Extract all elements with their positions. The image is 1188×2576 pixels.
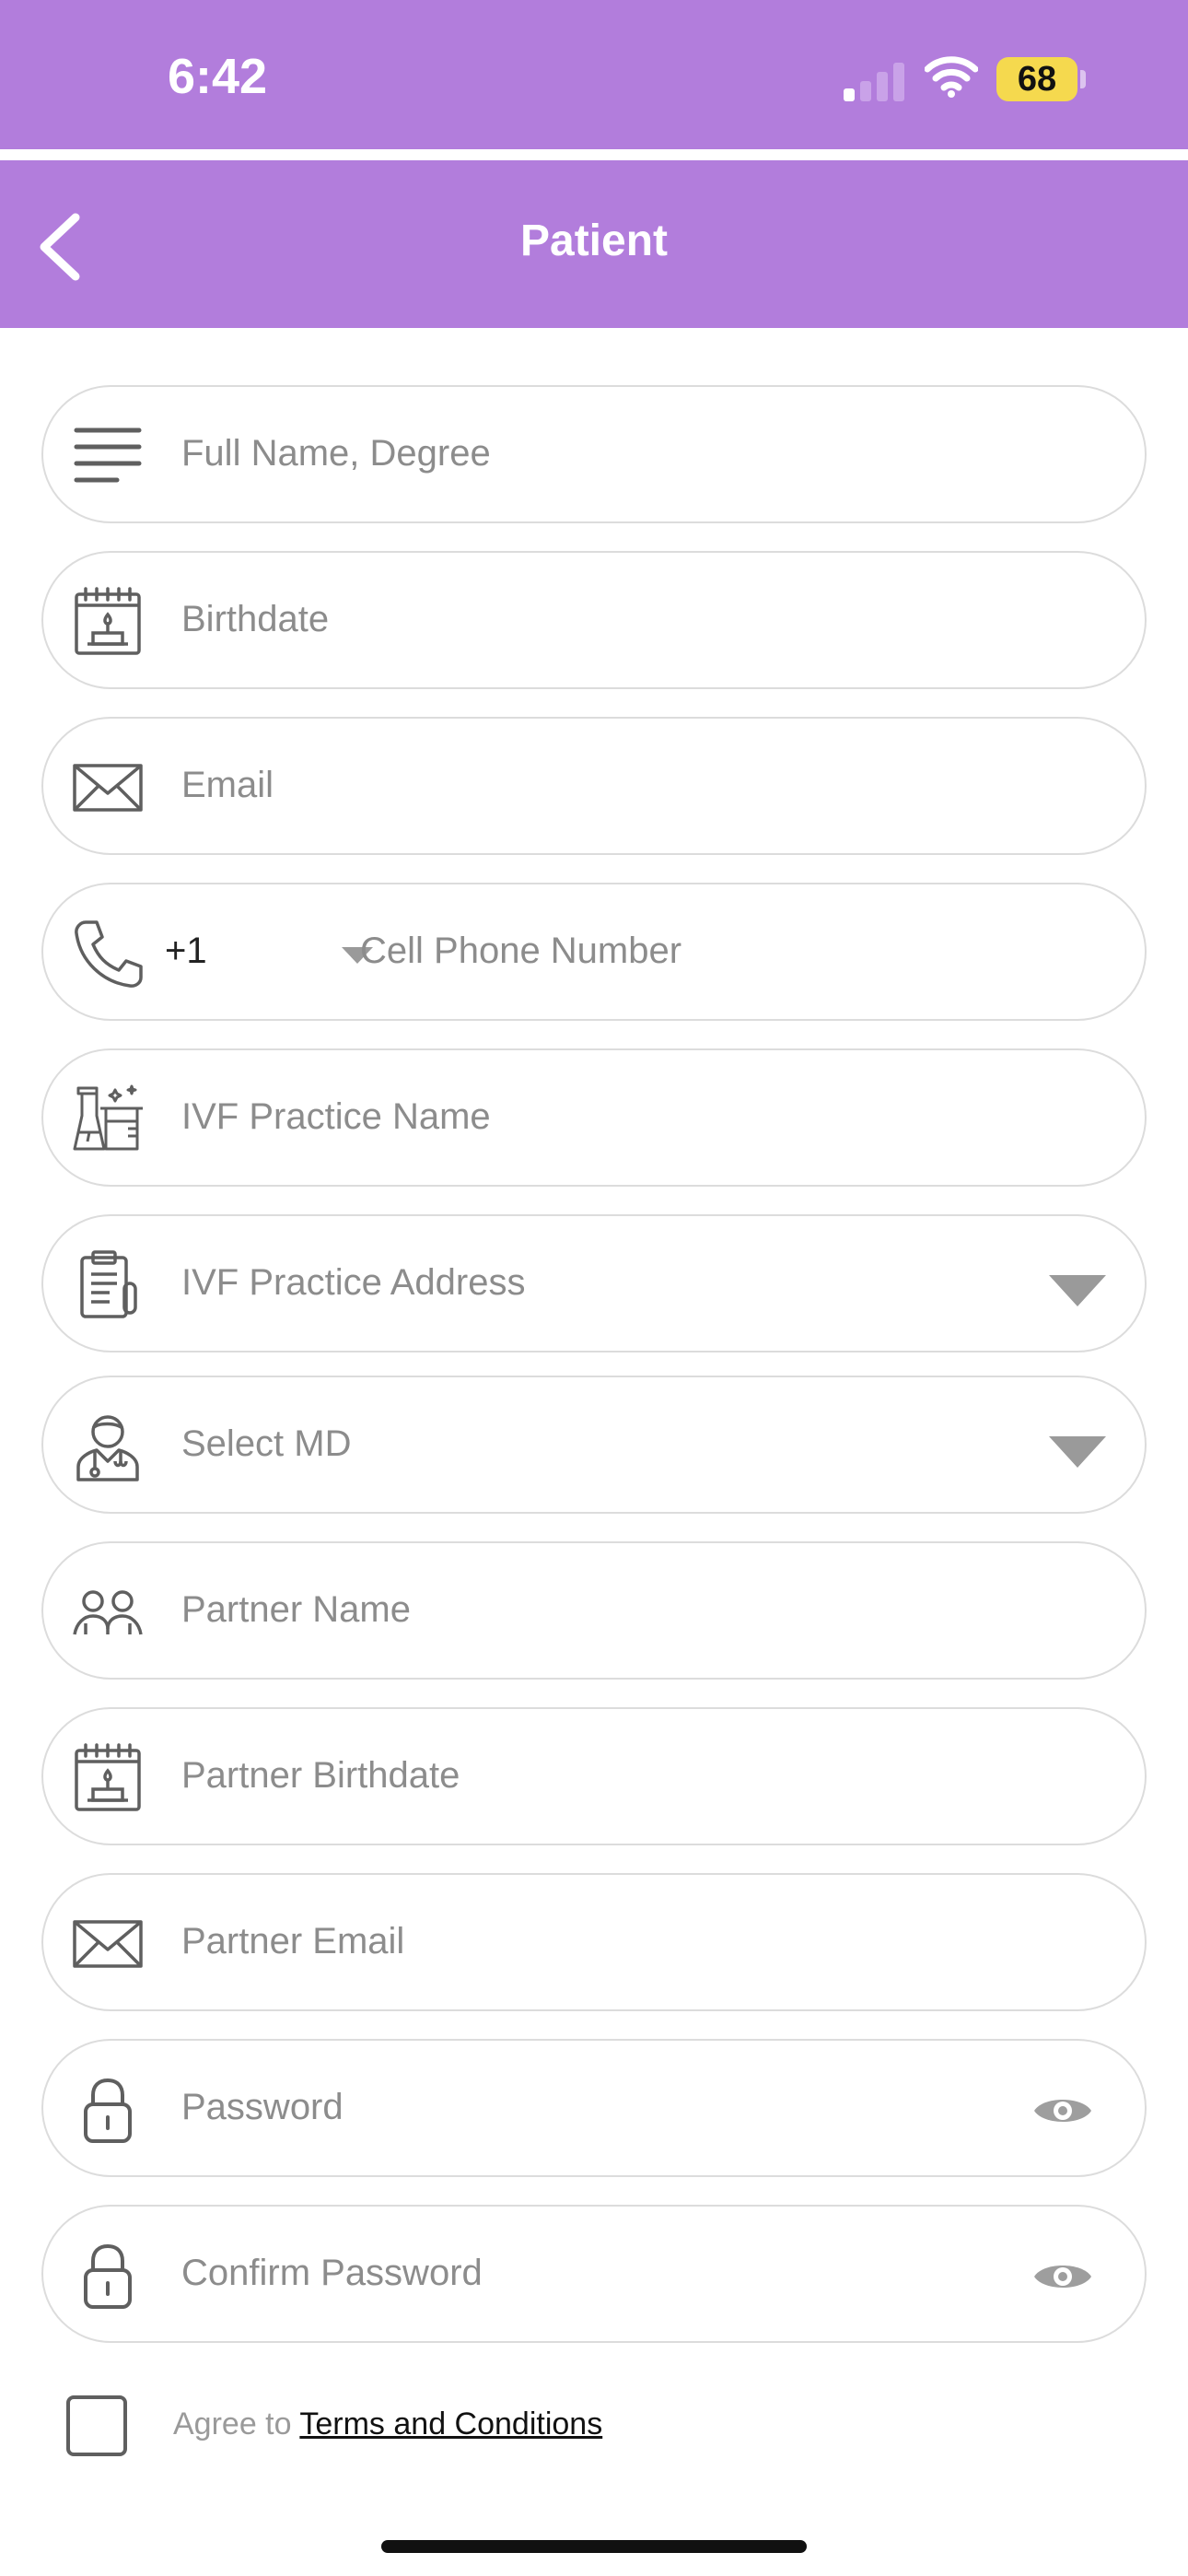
email-field[interactable]: Email xyxy=(41,717,1147,855)
terms-link[interactable]: Terms and Conditions xyxy=(299,2406,602,2441)
phone-icon xyxy=(75,920,143,988)
password-field[interactable]: Password xyxy=(41,2039,1147,2177)
battery-indicator: 68 xyxy=(996,57,1077,101)
chevron-down-icon[interactable] xyxy=(1049,1436,1106,1468)
select-md-field[interactable]: Select MD xyxy=(41,1376,1147,1514)
eye-icon[interactable] xyxy=(1032,2092,1093,2129)
select-md-select[interactable]: Select MD xyxy=(181,1423,352,1465)
status-bar: 6:42 68 xyxy=(0,0,1188,149)
partner-email-field[interactable]: Partner Email xyxy=(41,1873,1147,2011)
birthdate-field[interactable]: Birthdate xyxy=(41,551,1147,689)
status-time: 6:42 xyxy=(168,49,268,104)
chevron-down-icon[interactable] xyxy=(1049,1275,1106,1306)
practice-address-select[interactable]: IVF Practice Address xyxy=(181,1262,525,1304)
eye-icon[interactable] xyxy=(1032,2258,1093,2295)
doctor-icon xyxy=(76,1415,139,1481)
phone-input[interactable]: Cell Phone Number xyxy=(360,931,681,972)
full-name-input[interactable]: Full Name, Degree xyxy=(181,433,491,474)
phone-field[interactable]: +1 Cell Phone Number xyxy=(41,883,1147,1021)
practice-name-field[interactable]: IVF Practice Name xyxy=(41,1048,1147,1187)
partner-name-input[interactable]: Partner Name xyxy=(181,1589,411,1631)
menu-lines-icon xyxy=(74,427,142,483)
home-indicator xyxy=(381,2540,807,2553)
lock-icon xyxy=(84,2078,132,2143)
battery-tip xyxy=(1080,70,1086,88)
confirm-password-field[interactable]: Confirm Password xyxy=(41,2205,1147,2343)
password-input[interactable]: Password xyxy=(181,2087,344,2128)
birthday-calendar-icon xyxy=(75,1743,141,1811)
birthdate-input[interactable]: Birthdate xyxy=(181,599,329,640)
confirm-password-input[interactable]: Confirm Password xyxy=(181,2253,483,2294)
terms-checkbox[interactable] xyxy=(66,2395,127,2456)
country-code-select[interactable]: +1 xyxy=(165,931,207,972)
envelope-icon xyxy=(73,764,143,812)
header-divider xyxy=(0,149,1188,160)
practice-address-field[interactable]: IVF Practice Address xyxy=(41,1214,1147,1352)
full-name-field[interactable]: Full Name, Degree xyxy=(41,385,1147,523)
terms-line: Agree to Terms and Conditions xyxy=(173,2406,602,2442)
lock-icon xyxy=(84,2244,132,2309)
birthday-calendar-icon xyxy=(75,587,141,655)
envelope-icon xyxy=(73,1920,143,1968)
page-title: Patient xyxy=(519,217,669,265)
partner-birthdate-input[interactable]: Partner Birthdate xyxy=(181,1755,460,1797)
clipboard-icon xyxy=(80,1250,137,1318)
people-icon xyxy=(73,1590,143,1635)
terms-prefix: Agree to xyxy=(173,2406,292,2441)
partner-email-input[interactable]: Partner Email xyxy=(181,1921,404,1962)
partner-name-field[interactable]: Partner Name xyxy=(41,1541,1147,1680)
practice-name-input[interactable]: IVF Practice Name xyxy=(181,1096,491,1138)
partner-birthdate-field[interactable]: Partner Birthdate xyxy=(41,1707,1147,1845)
cellular-signal-icon xyxy=(844,63,904,101)
email-input[interactable]: Email xyxy=(181,765,274,806)
nav-bar: Patient xyxy=(0,160,1188,328)
lab-flask-icon xyxy=(73,1084,143,1151)
wifi-icon xyxy=(925,56,978,98)
